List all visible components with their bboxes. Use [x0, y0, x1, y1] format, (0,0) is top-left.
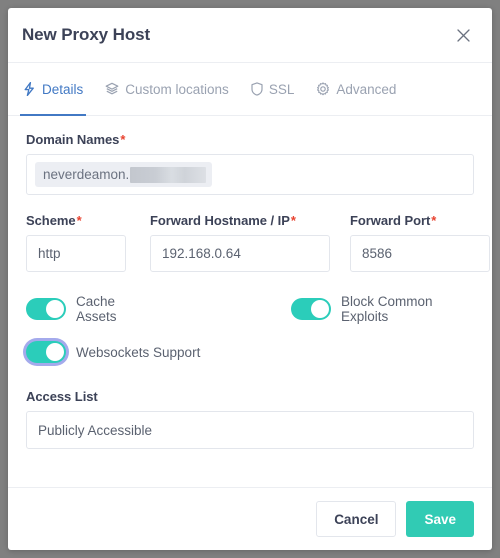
access-list-label: Access List — [26, 389, 98, 404]
tab-ssl-label: SSL — [268, 81, 295, 97]
tab-ssl[interactable]: SSL — [240, 63, 306, 115]
cancel-button[interactable]: Cancel — [316, 501, 397, 537]
block-common-exploits-label: Block Common Exploits — [340, 294, 433, 324]
new-proxy-host-modal: New Proxy Host Details Custom locations … — [8, 8, 492, 550]
tab-advanced[interactable]: Advanced — [305, 63, 407, 115]
block-common-exploits-switch[interactable] — [290, 298, 331, 320]
cache-assets-label: Cache Assets — [76, 294, 117, 324]
gear-icon — [316, 82, 330, 96]
required-marker: * — [120, 132, 126, 147]
close-icon[interactable] — [452, 24, 474, 46]
websockets-support-label: Websockets Support — [76, 344, 201, 360]
modal-tabs: Details Custom locations SSL Advanced — [8, 63, 492, 116]
modal-body: Domain Names* neverdeamon. Scheme* http … — [8, 116, 492, 487]
shield-icon — [251, 82, 263, 96]
toggle-row-secondary: Websockets Support — [26, 341, 474, 363]
access-list-block: Access List Publicly Accessible — [26, 389, 474, 449]
forward-port-block: Forward Port* 8586 — [350, 213, 490, 272]
modal-title: New Proxy Host — [22, 25, 151, 44]
domain-names-input[interactable]: neverdeamon. — [26, 154, 474, 195]
required-marker: * — [431, 213, 437, 228]
modal-header: New Proxy Host — [8, 8, 492, 63]
scheme-block: Scheme* http — [26, 213, 150, 272]
layers-icon — [105, 82, 119, 96]
tab-advanced-label: Advanced — [336, 81, 397, 97]
scheme-label: Scheme* — [26, 213, 82, 228]
toggle-row-primary: Cache Assets Block Common Exploits — [26, 294, 474, 324]
block-common-exploits-toggle[interactable]: Block Common Exploits — [290, 294, 474, 324]
forward-port-input[interactable]: 8586 — [350, 235, 490, 272]
websockets-support-toggle[interactable]: Websockets Support — [26, 341, 200, 363]
cache-assets-toggle[interactable]: Cache Assets — [26, 294, 152, 324]
domain-names-label: Domain Names* — [26, 132, 126, 147]
redacted-domain-block — [130, 166, 207, 183]
forward-hostname-block: Forward Hostname / IP* 192.168.0.64 — [150, 213, 350, 272]
domain-names-block: Domain Names* neverdeamon. — [26, 132, 474, 195]
required-marker: * — [290, 213, 296, 228]
cache-assets-switch[interactable] — [26, 298, 66, 320]
save-button[interactable]: Save — [406, 501, 474, 537]
tab-details[interactable]: Details — [12, 63, 94, 116]
lightning-bolt-icon — [23, 82, 36, 96]
domain-name-tag[interactable]: neverdeamon. — [35, 162, 213, 187]
tab-details-label: Details — [42, 81, 84, 97]
scheme-input[interactable]: http — [26, 235, 126, 272]
domain-name-tag-text: neverdeamon. — [43, 167, 130, 182]
forward-hostname-label: Forward Hostname / IP* — [150, 213, 296, 228]
required-marker: * — [76, 213, 82, 228]
forward-port-label: Forward Port* — [350, 213, 437, 228]
connection-fields-row: Scheme* http Forward Hostname / IP* 192.… — [26, 213, 490, 272]
modal-footer: Cancel Save — [8, 487, 492, 550]
websockets-support-switch[interactable] — [26, 341, 66, 363]
tab-custom-locations[interactable]: Custom locations — [94, 63, 240, 115]
access-list-select[interactable]: Publicly Accessible — [26, 411, 474, 449]
forward-hostname-input[interactable]: 192.168.0.64 — [150, 235, 330, 272]
tab-custom-locations-label: Custom locations — [125, 81, 229, 97]
